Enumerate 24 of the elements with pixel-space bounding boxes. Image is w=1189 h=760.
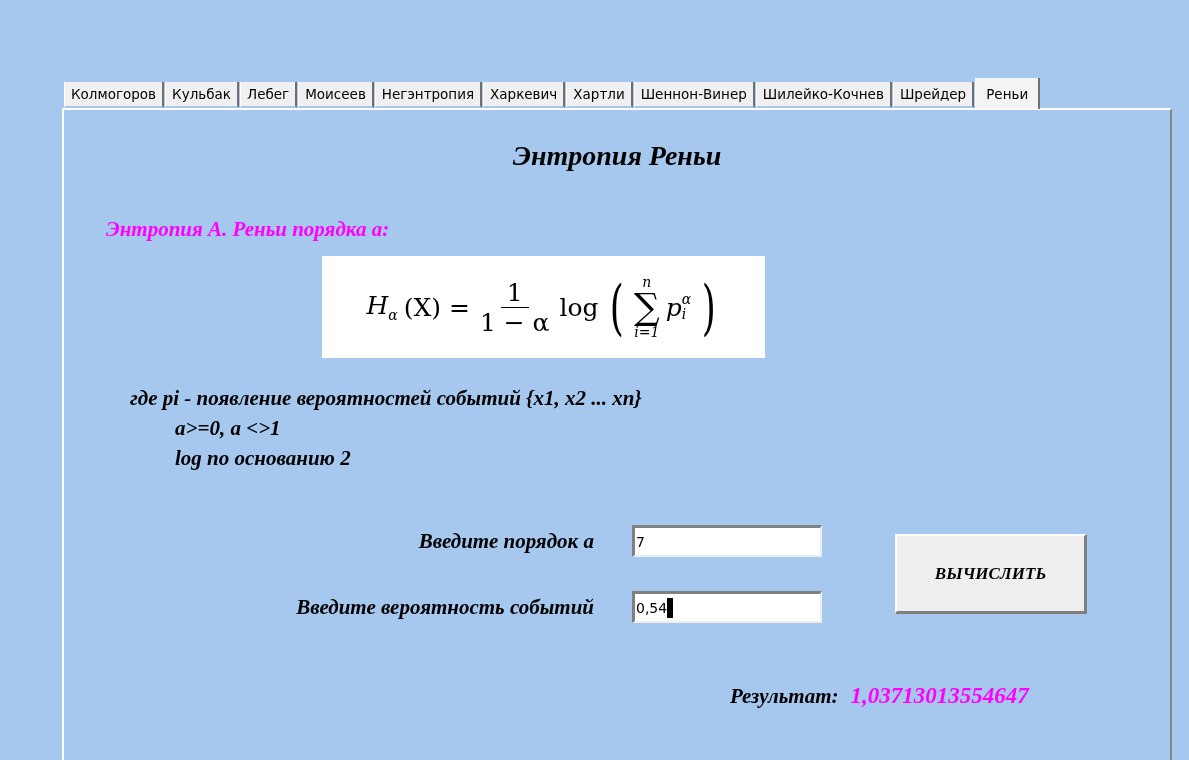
tab[interactable]: Харкевич <box>483 82 566 108</box>
description-text: a>=0, a <>1 <box>175 415 282 442</box>
calculate-button[interactable]: ВЫЧИСЛИТЬ <box>895 534 1087 614</box>
formula-heading: Энтропия А. Реньи порядка а: <box>106 217 391 242</box>
tab[interactable]: Шеннон-Винер <box>633 82 755 108</box>
input-field[interactable]: 0,54 <box>632 591 822 623</box>
tab[interactable]: Шилейко-Кочнев <box>755 82 892 108</box>
description-text: где pi - появление вероятностей событий {x1, x2 ... xn} <box>130 385 643 412</box>
tab[interactable]: Негэнтропия <box>374 82 483 108</box>
tab[interactable]: Хартли <box>566 82 633 108</box>
field-label: Введите вероятность событий <box>296 594 594 620</box>
field-label: Введите порядок а <box>418 528 594 554</box>
tab[interactable]: Шрейдер <box>892 82 975 108</box>
result-value: 1,03713013554647 <box>850 683 1029 709</box>
tab[interactable]: Лебег <box>240 82 298 108</box>
tab[interactable]: Реньи <box>975 78 1041 109</box>
tab[interactable]: Моисеев <box>298 82 374 108</box>
page-title: Энтропия Реньи <box>511 140 723 172</box>
text-cursor <box>667 597 674 618</box>
tab[interactable]: Колмогоров <box>64 82 165 108</box>
input-field[interactable]: 7 <box>632 525 822 557</box>
result-label: Результат: <box>730 684 839 709</box>
description-text: log по основанию 2 <box>175 445 352 472</box>
tab[interactable]: Кульбак <box>165 82 239 108</box>
